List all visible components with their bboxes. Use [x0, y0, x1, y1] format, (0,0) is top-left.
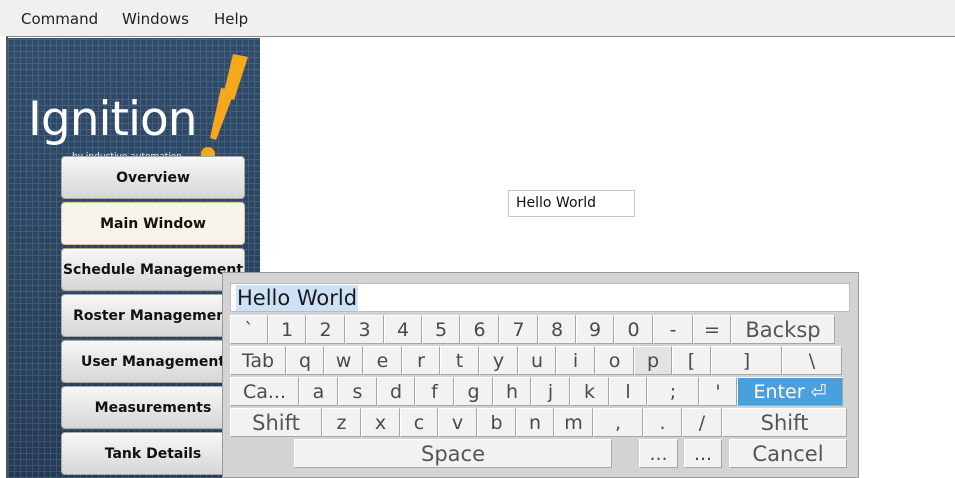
key-m[interactable]: m [554, 408, 593, 437]
key-u[interactable]: u [518, 346, 556, 375]
menu-command[interactable]: Command [21, 10, 98, 28]
menu-help[interactable]: Help [214, 10, 248, 28]
nav-label: Overview [116, 169, 190, 186]
key-caps-lock[interactable]: Ca... [230, 377, 299, 406]
key-comma[interactable]: , [593, 408, 643, 437]
key-enter[interactable]: Enter ⏎ [737, 377, 843, 406]
hello-text-field[interactable]: Hello World [508, 190, 635, 217]
nav-label: Tank Details [104, 445, 202, 462]
key-2[interactable]: 2 [306, 315, 345, 344]
key-9[interactable]: 9 [576, 315, 614, 344]
key-f[interactable]: f [415, 377, 454, 406]
key-l[interactable]: l [609, 377, 647, 406]
nav-tank-details[interactable]: Tank Details [61, 432, 245, 475]
key-o[interactable]: o [595, 346, 634, 375]
key-v[interactable]: v [438, 408, 477, 437]
nav-user-management[interactable]: User Management [61, 340, 245, 383]
key-w[interactable]: w [324, 346, 363, 375]
key-right-bracket[interactable]: ] [711, 346, 782, 375]
key-b[interactable]: b [477, 408, 516, 437]
key-i[interactable]: i [556, 346, 595, 375]
keyboard-input-value: Hello World [236, 285, 359, 311]
keyboard-input-field[interactable]: Hello World [230, 283, 850, 312]
key-cancel[interactable]: Cancel [729, 439, 847, 468]
key-backtick[interactable]: ` [230, 315, 268, 344]
key-a[interactable]: a [299, 377, 338, 406]
key-t[interactable]: t [440, 346, 479, 375]
logo-exclamation-icon: TM [201, 54, 248, 168]
key-z[interactable]: z [322, 408, 361, 437]
ignition-logo: Ignition TM by inductive automation [26, 48, 256, 168]
key-8[interactable]: 8 [538, 315, 576, 344]
key-tab[interactable]: Tab [230, 346, 286, 375]
key-quote[interactable]: ' [699, 377, 737, 406]
nav-label: Main Window [100, 215, 206, 232]
key-1[interactable]: 1 [268, 315, 306, 344]
nav-overview[interactable]: Overview [61, 156, 245, 199]
key-semicolon[interactable]: ; [647, 377, 699, 406]
key-4[interactable]: 4 [384, 315, 422, 344]
key-slash[interactable]: / [682, 408, 722, 437]
key-s[interactable]: s [338, 377, 377, 406]
key-left-bracket[interactable]: [ [672, 346, 711, 375]
nav-label: Roster Management [73, 307, 233, 324]
key-c[interactable]: c [400, 408, 438, 437]
key-g[interactable]: g [454, 377, 493, 406]
key-n[interactable]: n [516, 408, 554, 437]
key-d[interactable]: d [377, 377, 415, 406]
key-h[interactable]: h [493, 377, 531, 406]
nav-schedule-management[interactable]: Schedule Management [61, 248, 245, 291]
key-7[interactable]: 7 [499, 315, 538, 344]
key-q[interactable]: q [286, 346, 324, 375]
key-j[interactable]: j [531, 377, 570, 406]
key-k[interactable]: k [570, 377, 609, 406]
key-3[interactable]: 3 [345, 315, 384, 344]
key-y[interactable]: y [479, 346, 518, 375]
key-ellipsis-2[interactable]: ... [684, 439, 722, 468]
key-p[interactable]: p [634, 346, 672, 375]
key-ellipsis-1[interactable]: ... [639, 439, 678, 468]
key-right-shift[interactable]: Shift [722, 408, 847, 437]
nav-measurements[interactable]: Measurements [61, 386, 245, 429]
key-minus[interactable]: - [653, 315, 693, 344]
menu-bar: Command Windows Help [0, 0, 955, 36]
key-period[interactable]: . [643, 408, 682, 437]
key-5[interactable]: 5 [422, 315, 460, 344]
key-0[interactable]: 0 [614, 315, 653, 344]
key-r[interactable]: r [402, 346, 440, 375]
key-backspace[interactable]: Backsp [731, 315, 835, 344]
key-equals[interactable]: = [693, 315, 731, 344]
nav-roster-management[interactable]: Roster Management [61, 294, 245, 337]
key-x[interactable]: x [361, 408, 400, 437]
nav-label: User Management [80, 353, 226, 370]
key-6[interactable]: 6 [460, 315, 499, 344]
key-left-shift[interactable]: Shift [230, 408, 322, 437]
key-e[interactable]: e [363, 346, 402, 375]
nav-main-window[interactable]: Main Window [61, 202, 245, 245]
menu-windows[interactable]: Windows [122, 10, 189, 28]
nav-label: Measurements [94, 399, 212, 416]
key-space[interactable]: Space [294, 439, 612, 468]
nav-label: Schedule Management [62, 261, 244, 278]
key-backslash[interactable]: \ [782, 346, 842, 375]
